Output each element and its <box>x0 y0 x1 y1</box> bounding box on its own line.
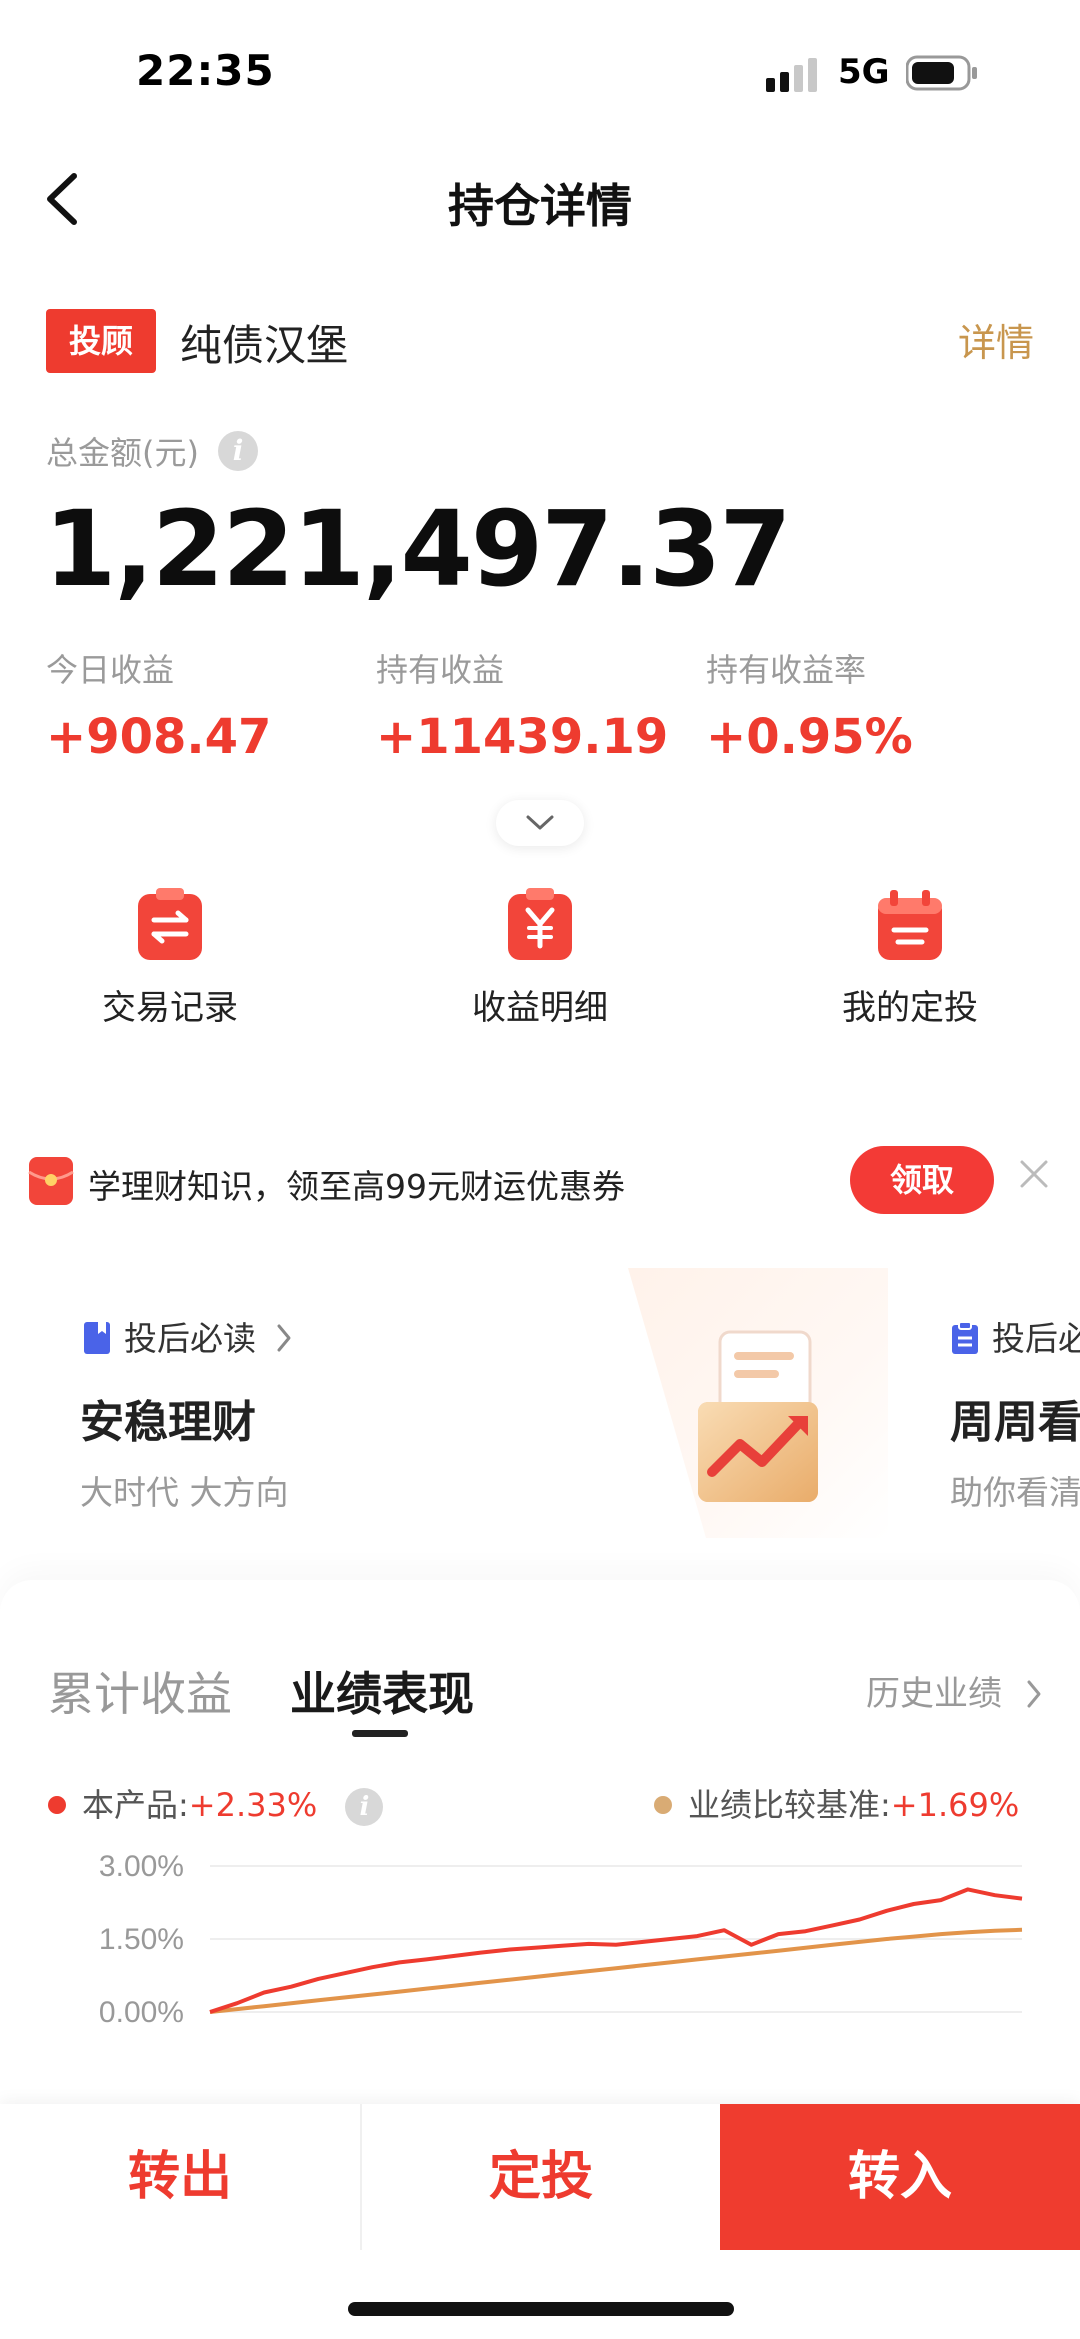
network-type: 5G <box>838 52 890 92</box>
legend-benchmark: 业绩比较基准:+1.69% <box>654 1780 1019 1826</box>
action-income-detail[interactable]: 收益明细 <box>410 886 670 1029</box>
tab-cumulative-income[interactable]: 累计收益 <box>48 1658 232 1724</box>
card-tag-label: 投后必读 <box>992 1319 1080 1358</box>
red-envelope-icon <box>28 1157 74 1205</box>
expand-toggle[interactable] <box>496 800 584 846</box>
promo-text: 学理财知识，领至高99元财运优惠券 <box>88 1167 625 1206</box>
transfer-record-icon <box>138 888 202 960</box>
total-label-row: 总金额(元) i <box>46 428 259 476</box>
history-link-label: 历史业绩 <box>866 1674 1002 1714</box>
performance-chart: 3.00% 1.50% 0.00% <box>99 1850 1023 2029</box>
stat-value: +11439.19 <box>376 709 669 765</box>
total-amount: 1,221,497.37 <box>44 488 792 610</box>
total-label: 总金额(元) <box>46 434 199 472</box>
stat-today: 今日收益 +908.47 <box>46 645 271 765</box>
legend-value: +2.33% <box>188 1786 318 1824</box>
reading-cards: 投后必读 安稳理财 大时代 大方向 投后必读 周周看 助你看清 <box>0 1260 1080 1550</box>
stat-label: 持有收益率 <box>706 651 867 689</box>
legend-label: 业绩比较基准: <box>688 1786 891 1824</box>
action-label: 收益明细 <box>472 988 608 1028</box>
card-subtitle: 助你看清 <box>950 1473 1080 1512</box>
bookmark-icon <box>84 1322 110 1354</box>
action-label: 我的定投 <box>842 988 978 1028</box>
chevron-down-icon <box>526 815 554 830</box>
signal-icon <box>766 58 817 92</box>
status-bar: 22:35 5G <box>0 0 1080 140</box>
card-title: 安稳理财 <box>80 1397 256 1448</box>
income-detail-icon <box>508 888 572 960</box>
card-subtitle: 大时代 大方向 <box>80 1473 289 1512</box>
status-time: 22:35 <box>136 46 275 95</box>
tab-underline <box>352 1730 408 1737</box>
series-line-benchmark <box>209 1927 1023 2014</box>
legend-product: 本产品:+2.33% i <box>48 1780 384 1826</box>
document-chart-illustration <box>698 1330 818 1502</box>
y-tick-label: 1.50% <box>99 1923 184 1956</box>
chevron-right-icon <box>1027 1680 1041 1708</box>
product-header: 投顾 纯债汉堡 详情 <box>46 306 1036 376</box>
legend-dot <box>654 1796 672 1814</box>
detail-link[interactable]: 详情 <box>958 312 1034 367</box>
card-tag-label: 投后必读 <box>124 1319 256 1358</box>
y-tick-label: 3.00% <box>99 1850 184 1883</box>
action-my-auto-invest[interactable]: 我的定投 <box>780 886 1040 1029</box>
stat-label: 今日收益 <box>46 651 175 689</box>
card-title: 周周看 <box>950 1397 1080 1448</box>
legend-value: +1.69% <box>890 1786 1020 1824</box>
page-title: 持仓详情 <box>448 179 632 233</box>
history-performance-link[interactable]: 历史业绩 <box>866 1666 1045 1715</box>
chevron-right-icon <box>277 1324 290 1352</box>
sell-button[interactable]: 转出 <box>0 2104 360 2250</box>
buy-button[interactable]: 转入 <box>720 2104 1080 2250</box>
clipboard-icon <box>952 1322 978 1354</box>
y-tick-label: 0.00% <box>99 1996 184 2029</box>
info-icon[interactable]: i <box>345 1788 384 1826</box>
card-tag[interactable]: 投后必读 <box>84 1312 295 1360</box>
auto-invest-button[interactable]: 定投 <box>362 2104 720 2250</box>
home-indicator <box>348 2302 734 2316</box>
bottom-action-bar: 转出 定投 转入 <box>0 2104 1080 2250</box>
nav-bar: 持仓详情 <box>0 140 1080 260</box>
home-bar-area <box>0 2250 1080 2339</box>
claim-button[interactable]: 领取 <box>850 1146 994 1214</box>
calendar-icon <box>878 890 942 960</box>
action-transaction-record[interactable]: 交易记录 <box>40 886 300 1029</box>
battery-icon <box>906 55 977 91</box>
tab-performance[interactable]: 业绩表现 <box>290 1658 474 1724</box>
info-icon[interactable]: i <box>218 431 259 471</box>
quick-actions: 交易记录 收益明细 我的定投 <box>0 886 1080 1036</box>
series-line-product <box>209 1887 1023 2014</box>
promo-banner: 学理财知识，领至高99元财运优惠券 领取 <box>0 1140 1080 1220</box>
stat-value: +0.95% <box>706 709 913 765</box>
legend-label: 本产品: <box>82 1786 189 1824</box>
stat-label: 持有收益 <box>376 651 505 689</box>
legend-dot <box>48 1796 66 1814</box>
stat-holding: 持有收益 +11439.19 <box>376 645 668 765</box>
action-label: 交易记录 <box>102 988 238 1028</box>
close-icon[interactable] <box>1016 1156 1052 1192</box>
stat-rate: 持有收益率 +0.95% <box>706 645 913 765</box>
product-badge: 投顾 <box>46 309 156 373</box>
card-tag[interactable]: 投后必读 <box>952 1312 1080 1360</box>
product-name: 纯债汉堡 <box>180 321 349 370</box>
stat-value: +908.47 <box>46 709 272 765</box>
